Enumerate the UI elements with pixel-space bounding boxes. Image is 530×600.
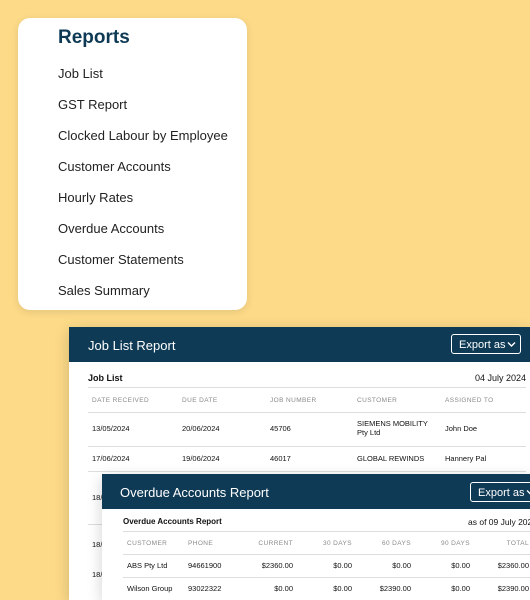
menu-item-overdue-accounts[interactable]: Overdue Accounts <box>58 221 164 236</box>
export-button-label: Export as <box>459 339 506 351</box>
export-button-label: Export as <box>478 487 525 499</box>
overdue-as-of-date: as of 09 July 2024 <box>468 517 530 527</box>
divider <box>123 531 530 532</box>
cell-job-number: 45706 <box>270 424 291 433</box>
menu-item-customer-statements[interactable]: Customer Statements <box>58 252 184 267</box>
cell-total: $2390.00 <box>497 584 529 593</box>
column-header-date-received: DATE RECEIVED <box>92 397 150 404</box>
cell-60-days: $2390.00 <box>379 584 411 593</box>
overdue-subtitle: Overdue Accounts Report <box>123 517 222 526</box>
cell-90-days: $0.00 <box>451 561 470 570</box>
cell-date-received-partial: 18/ <box>92 493 103 502</box>
cell-customer: Wilson Group <box>127 584 173 593</box>
column-header-60-days: 60 DAYS <box>381 540 411 547</box>
cell-assigned-to: Hannery Pal <box>445 454 487 463</box>
divider <box>88 387 526 388</box>
column-header-job-number: JOB NUMBER <box>270 397 317 404</box>
cell-90-days: $0.00 <box>451 584 470 593</box>
job-list-export-button[interactable]: Export as <box>451 334 521 354</box>
job-list-report-header: Job List Report Export as <box>69 327 530 362</box>
cell-due-date: 20/06/2024 <box>182 424 220 433</box>
menu-item-hourly-rates[interactable]: Hourly Rates <box>58 190 133 205</box>
cell-phone: 93022322 <box>188 584 222 593</box>
overdue-export-button[interactable]: Export as <box>470 482 530 502</box>
column-header-customer: CUSTOMER <box>357 397 398 404</box>
overdue-accounts-report-card: Overdue Accounts Report Export as Overdu… <box>102 474 530 600</box>
column-header-30-days: 30 DAYS <box>322 540 352 547</box>
divider <box>123 577 530 578</box>
cell-phone: 94661900 <box>188 561 222 570</box>
cell-customer: SIEMENS MOBILITY Pty Ltd <box>357 419 428 437</box>
cell-customer: GLOBAL REWINDS <box>357 454 425 463</box>
cell-date-received-partial: 18/ <box>92 570 103 579</box>
column-header-current: CURRENT <box>258 540 293 547</box>
menu-item-sales-summary[interactable]: Sales Summary <box>58 283 150 298</box>
menu-title: Reports <box>58 27 130 48</box>
job-list-subtitle: Job List <box>88 373 123 383</box>
cell-current: $2360.00 <box>261 561 293 570</box>
chevron-down-icon <box>507 342 516 347</box>
column-header-90-days: 90 DAYS <box>440 540 470 547</box>
divider <box>123 554 530 555</box>
cell-customer: ABS Pty Ltd <box>127 561 168 570</box>
cell-30-days: $0.00 <box>333 584 352 593</box>
menu-item-gst-report[interactable]: GST Report <box>58 97 127 112</box>
divider <box>88 446 526 447</box>
divider <box>88 471 526 472</box>
column-header-phone: PHONE <box>188 540 214 547</box>
column-header-assigned-to: ASSIGNED TO <box>445 397 494 404</box>
overdue-report-title: Overdue Accounts Report <box>120 485 269 500</box>
cell-total: $2360.00 <box>497 561 529 570</box>
cell-assigned-to: John Doe <box>445 424 478 433</box>
cell-job-number: 46017 <box>270 454 291 463</box>
menu-item-customer-accounts[interactable]: Customer Accounts <box>58 159 171 174</box>
overdue-report-header: Overdue Accounts Report Export as <box>102 474 530 509</box>
divider <box>88 412 526 413</box>
cell-current: $0.00 <box>274 584 293 593</box>
reports-menu: Reports Job List GST Report Clocked Labo… <box>18 18 247 310</box>
cell-30-days: $0.00 <box>333 561 352 570</box>
cell-60-days: $0.00 <box>392 561 411 570</box>
column-header-total: TOTAL <box>506 540 529 547</box>
job-list-report-title: Job List Report <box>88 338 176 353</box>
job-list-date: 04 July 2024 <box>474 373 526 383</box>
cell-date-received: 17/06/2024 <box>92 454 130 463</box>
column-header-customer: CUSTOMER <box>127 540 168 547</box>
chevron-down-icon <box>526 490 530 495</box>
column-header-due-date: DUE DATE <box>182 397 218 404</box>
cell-date-received: 13/05/2024 <box>92 424 130 433</box>
menu-item-clocked-labour[interactable]: Clocked Labour by Employee <box>58 128 228 143</box>
menu-item-job-list[interactable]: Job List <box>58 66 103 81</box>
cell-due-date: 19/06/2024 <box>182 454 220 463</box>
cell-date-received-partial: 18/ <box>92 540 103 549</box>
